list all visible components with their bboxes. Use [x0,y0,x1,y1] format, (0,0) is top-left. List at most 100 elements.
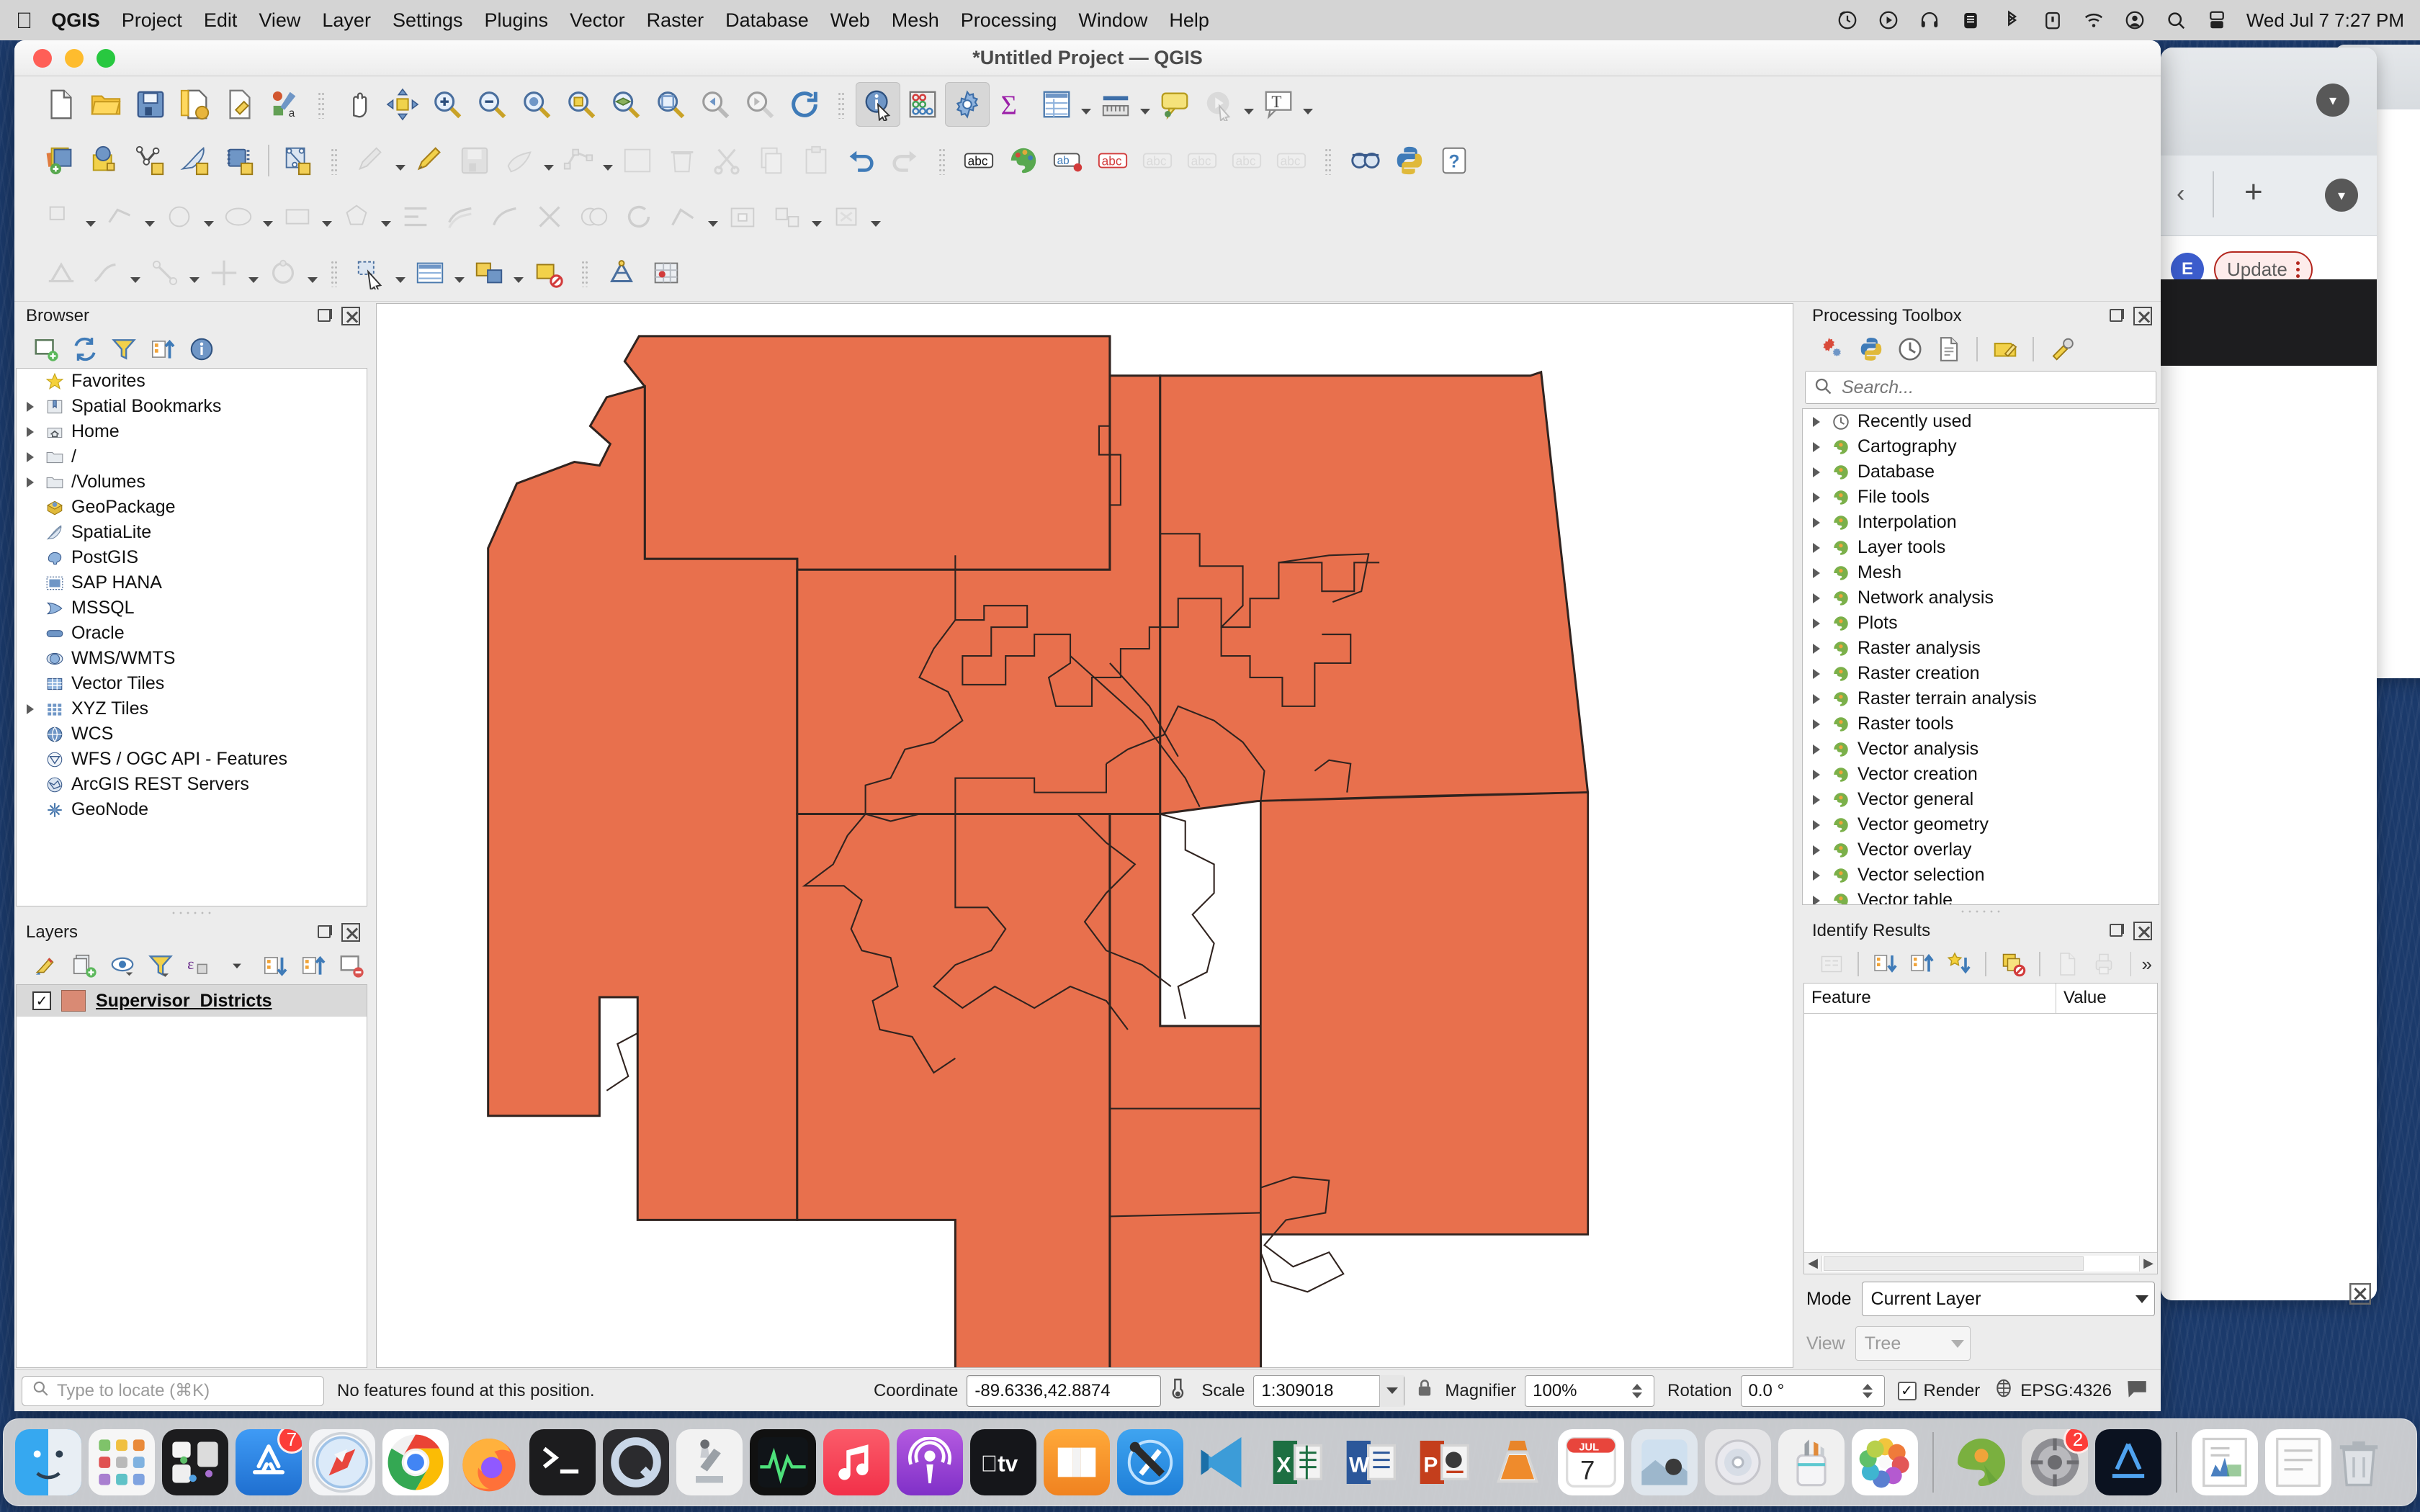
map-tips-icon[interactable] [1152,82,1197,127]
expand-arrow[interactable] [22,402,38,412]
add-spatialite-layer-icon[interactable] [173,138,218,183]
toggle-extents-icon[interactable] [1168,1377,1191,1405]
refresh-icon[interactable] [68,333,102,366]
left-right-splitter[interactable] [369,302,375,1369]
clear-results-icon[interactable] [1996,948,2029,981]
browser-item-home[interactable]: Home [17,419,367,444]
expand-arrow[interactable] [1809,694,1824,704]
simplify-feature-icon[interactable] [661,194,706,239]
scroll-right-arrow-icon[interactable]: ▶ [2140,1256,2157,1271]
python-scripts-icon[interactable] [1854,333,1888,366]
identify-results-table[interactable]: Feature Value ◀ ▶ [1803,983,2158,1274]
browser-item-geopackage[interactable]: GeoPackage [17,495,367,520]
processing-item-plots[interactable]: Plots [1803,611,2159,636]
style-manager-icon[interactable] [218,82,262,127]
add-regular-polygon-icon[interactable] [334,194,379,239]
reshape-features-icon[interactable] [483,194,527,239]
dock-item-word[interactable]: W [1337,1429,1404,1495]
expand-arrow[interactable] [1809,644,1824,654]
processing-item-vector-table[interactable]: Vector table [1803,888,2159,904]
split-features-icon[interactable] [527,194,572,239]
coordinate-field[interactable]: -89.6336,42.8874 [967,1374,1162,1407]
dock-item-excel[interactable]: X [1264,1429,1330,1495]
menu-item-layer[interactable]: Layer [322,9,371,32]
zoom-button[interactable] [97,48,115,68]
layers-close-button[interactable] [341,923,360,942]
add-part-dropdown-icon[interactable] [810,194,824,239]
zoom-native-icon[interactable] [648,82,693,127]
rotate-feature-icon[interactable] [617,194,661,239]
browser-tree[interactable]: Favorites Spatial Bookmarks Home / /Volu… [16,368,367,906]
move-feature-icon[interactable] [202,251,246,295]
merge-features-icon[interactable] [572,194,617,239]
background-browser-window[interactable]: ▾ ‹ + ▾ E Update Reading List [2161,48,2377,1300]
dock-item-vs-code[interactable] [1191,1429,1257,1495]
dock-item-qgis[interactable] [1948,1429,2015,1495]
label-properties-icon[interactable]: abc [1269,138,1314,183]
dock-item-mission-control[interactable] [162,1429,228,1495]
update-more-icon[interactable] [2295,261,2300,278]
render-toggle[interactable]: ✓ Render [1897,1381,1980,1401]
processing-search-input[interactable] [1842,377,2148,398]
zoom-to-selection-icon[interactable] [559,82,604,127]
headphones-icon[interactable] [1919,9,1940,31]
expand-tree-icon[interactable] [1815,948,1847,981]
rotation-stepper[interactable] [1858,1383,1877,1398]
processing-item-vector-analysis[interactable]: Vector analysis [1803,737,2159,762]
processing-item-raster-creation[interactable]: Raster creation [1803,661,2159,686]
processing-item-interpolation[interactable]: Interpolation [1803,510,2159,535]
change-label-icon[interactable]: abc [1224,138,1269,183]
expand-arrow[interactable] [1809,845,1824,855]
dock-item-trash[interactable] [2326,1429,2392,1495]
filter-legend-icon[interactable] [143,949,177,982]
dock-item-documents-stack[interactable] [2192,1429,2258,1495]
spotlight-search-icon[interactable] [2165,9,2187,31]
dock-item-vlc[interactable] [1484,1429,1551,1495]
menu-item-database[interactable]: Database [725,9,809,32]
scroll-left-arrow-icon[interactable]: ◀ [1804,1256,1821,1271]
identify-mode-select[interactable]: Current Layer [1861,1282,2155,1316]
label-abc-icon[interactable]: abc [956,138,1001,183]
georeferencer-icon[interactable] [644,251,689,295]
window-controls[interactable] [14,48,115,68]
manage-visibility-icon[interactable] [105,949,139,982]
render-checkbox[interactable]: ✓ [1897,1381,1917,1400]
dock-item-launchpad[interactable] [89,1429,155,1495]
open-data-source-manager-icon[interactable] [39,138,84,183]
dock-item-firefox[interactable] [456,1429,522,1495]
save-project-icon[interactable] [128,82,173,127]
close-button[interactable] [33,48,52,68]
new-project-icon[interactable] [39,82,84,127]
expand-arrow[interactable] [1809,467,1824,477]
polygon-dropdown-icon[interactable] [379,194,393,239]
expand-arrow[interactable] [1809,719,1824,729]
rotate-points-icon[interactable] [261,251,305,295]
processing-item-vector-geometry[interactable]: Vector geometry [1803,812,2159,837]
delete-part-icon[interactable] [824,194,869,239]
dock-item-utilities[interactable] [1778,1429,1845,1495]
zoom-full-icon[interactable] [514,82,559,127]
control-center-icon[interactable] [2206,9,2228,31]
more-options-icon[interactable]: » [2142,953,2161,976]
dock-item-podcasts[interactable] [897,1429,963,1495]
expand-arrow[interactable] [1809,543,1824,553]
expand-arrow[interactable] [1809,770,1824,780]
left-panel-splitter[interactable] [14,908,369,918]
circle-dropdown-icon[interactable] [202,194,216,239]
zoom-next-icon[interactable] [738,82,782,127]
identify-features-icon[interactable] [856,82,900,127]
select-by-expression-icon[interactable] [408,251,452,295]
advanced-digitizing-icon[interactable] [39,251,84,295]
mesh-digitizing-icon[interactable] [599,251,644,295]
expand-arrow[interactable] [22,452,38,462]
add-feature-icon[interactable] [497,138,542,183]
dock-item-photos[interactable] [1852,1429,1918,1495]
enable-tracing-icon[interactable] [84,251,128,295]
add-postgis-layer-icon[interactable] [218,138,262,183]
toolbar-grip-3[interactable] [326,143,343,179]
expand-arrow[interactable] [1809,744,1824,755]
select-features-dropdown-icon[interactable] [84,194,98,239]
processing-item-vector-creation[interactable]: Vector creation [1803,762,2159,787]
pan-map-icon[interactable] [336,82,380,127]
menu-item-raster[interactable]: Raster [647,9,704,32]
